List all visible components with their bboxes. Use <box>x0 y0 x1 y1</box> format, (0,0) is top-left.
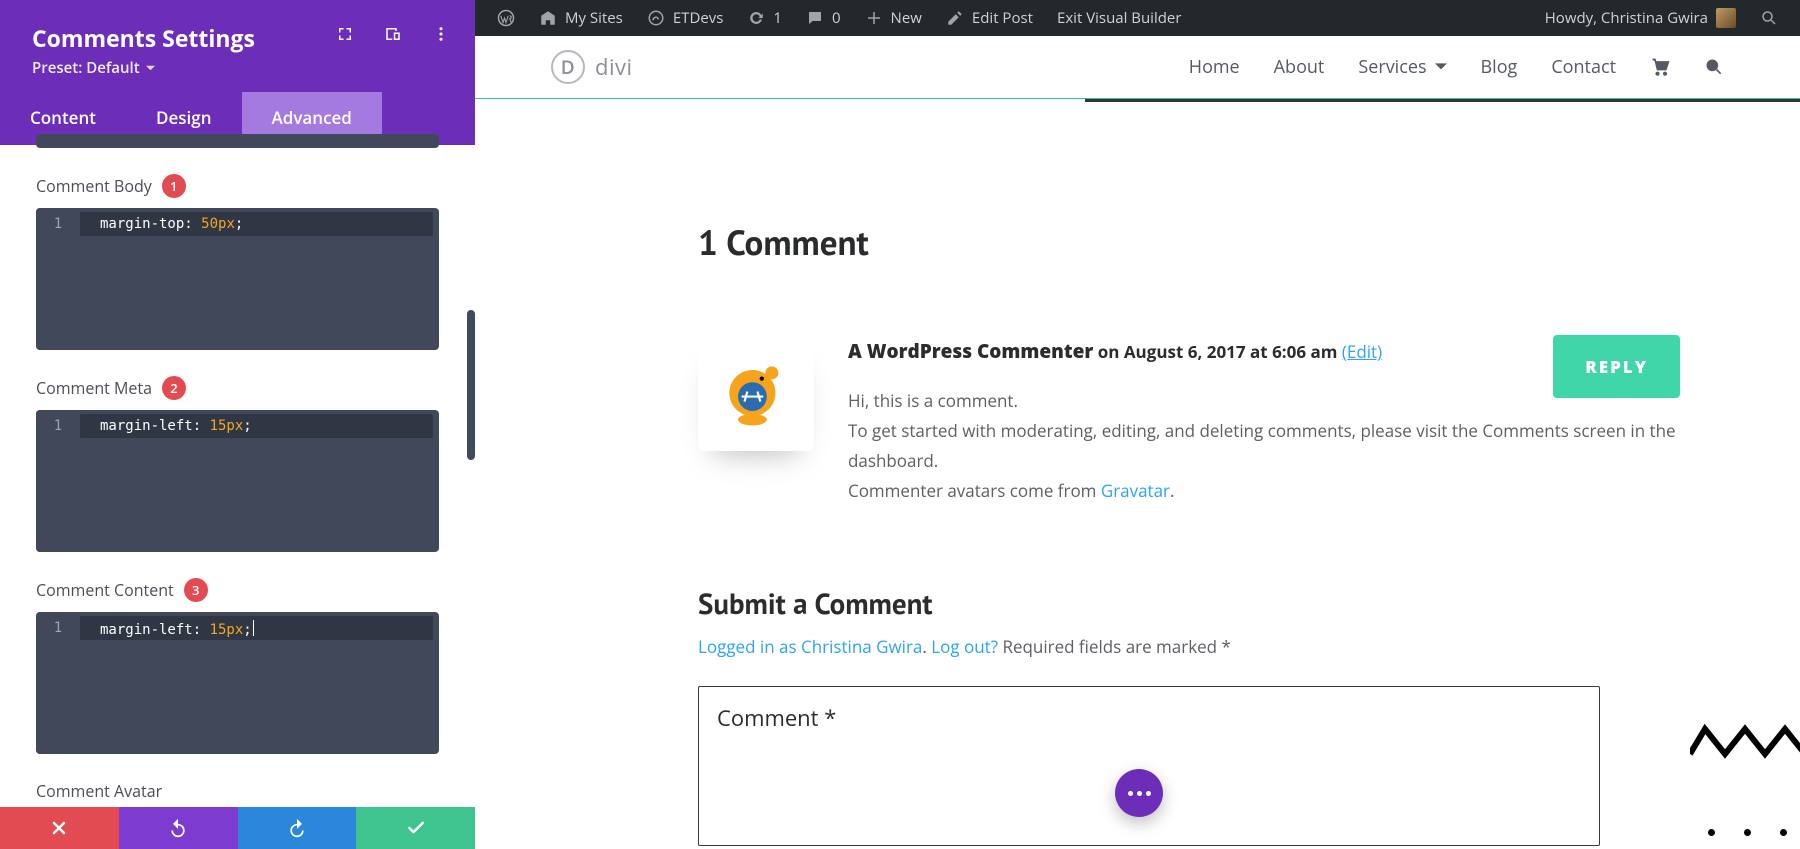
updates[interactable]: 1 <box>735 0 794 36</box>
primary-nav: Home About Services Blog Contact <box>1189 55 1724 79</box>
respond-meta: Logged in as Christina Gwira. Log out? R… <box>698 635 1680 658</box>
prev-section-edge <box>36 134 439 148</box>
comment-avatar <box>698 335 814 451</box>
css-editor-comment-meta[interactable]: 1 margin-left: 15px; <box>36 410 439 552</box>
decor-zigzag <box>1690 719 1800 769</box>
section-label: Comment Content <box>36 579 174 601</box>
gravatar-link[interactable]: Gravatar <box>1101 479 1170 502</box>
howdy-user[interactable]: Howdy, Christina Gwira <box>1533 0 1748 36</box>
section-label: Comment Body <box>36 175 152 197</box>
comment-author[interactable]: A WordPress Commenter <box>848 338 1093 364</box>
comments-heading: 1 Comment <box>698 219 1680 265</box>
section-comment-avatar: Comment Avatar <box>36 780 439 802</box>
nav-blog[interactable]: Blog <box>1481 55 1518 79</box>
adminbar-search-icon[interactable] <box>1748 0 1790 36</box>
comment-line: To get started with moderating, editing,… <box>848 416 1680 476</box>
panel-header: Comments Settings Preset: Default <box>0 0 475 92</box>
divi-fab[interactable] <box>1115 769 1163 817</box>
reply-button[interactable]: REPLY <box>1553 335 1680 398</box>
comment-item: A WordPress Commenter on August 6, 2017 … <box>698 335 1680 505</box>
redo-button[interactable] <box>238 807 357 849</box>
callout-badge: 2 <box>162 376 186 400</box>
comment-form: Submit a Comment Logged in as Christina … <box>698 585 1680 849</box>
logout-link[interactable]: Log out? <box>931 635 998 658</box>
panel-body: Comment Body 1 1 margin-top: 50px; Comme… <box>0 134 475 807</box>
site-logo[interactable]: D divi <box>551 50 633 84</box>
hero-remnant <box>1085 99 1800 102</box>
section-comment-body: Comment Body 1 1 margin-top: 50px; <box>36 174 439 350</box>
responsive-icon[interactable] <box>383 24 403 44</box>
content-canvas: 1 Comment A WordPress Commenter on Augu <box>608 99 1680 849</box>
undo-button[interactable] <box>119 807 238 849</box>
css-editor-comment-body[interactable]: 1 margin-top: 50px; <box>36 208 439 350</box>
nav-about[interactable]: About <box>1274 55 1325 79</box>
site-name[interactable]: ETDevs <box>635 0 736 36</box>
callout-badge: 1 <box>162 174 186 198</box>
css-editor-comment-content[interactable]: 1 margin-left: 15px; <box>36 612 439 754</box>
panel-footer <box>0 807 475 849</box>
callout-badge: 3 <box>184 578 208 602</box>
edit-post[interactable]: Edit Post <box>934 0 1045 36</box>
wp-admin-bar: My Sites ETDevs 1 0 New Edit Post Exit V… <box>475 0 1800 36</box>
cancel-button[interactable] <box>0 807 119 849</box>
chevron-down-icon <box>1435 61 1447 73</box>
decor-dotgrid <box>1708 829 1790 849</box>
expand-icon[interactable] <box>335 24 355 44</box>
respond-heading: Submit a Comment <box>698 585 1680 623</box>
cart-icon[interactable] <box>1650 57 1670 77</box>
comment-edit-link[interactable]: (Edit) <box>1342 340 1382 363</box>
section-label: Comment Avatar <box>36 780 162 802</box>
comments-count[interactable]: 0 <box>794 0 853 36</box>
section-comment-content: Comment Content 3 1 margin-left: 15px; <box>36 578 439 754</box>
kebab-menu-icon[interactable] <box>431 24 451 44</box>
new-content[interactable]: New <box>853 0 934 36</box>
comment-line: Commenter avatars come from Gravatar. <box>848 476 1680 506</box>
user-avatar-mini <box>1716 8 1736 28</box>
section-comment-meta: Comment Meta 2 1 margin-left: 15px; <box>36 376 439 552</box>
preset-dropdown[interactable]: Preset: Default <box>32 58 155 78</box>
nav-home[interactable]: Home <box>1189 55 1240 79</box>
comment-meta: on August 6, 2017 at 6:06 am <box>1098 340 1342 363</box>
logo-mark: D <box>551 50 585 84</box>
search-icon[interactable] <box>1704 57 1724 77</box>
logo-text: divi <box>595 52 633 82</box>
divi-settings-panel: Comments Settings Preset: Default Conten… <box>0 0 475 849</box>
exit-visual-builder[interactable]: Exit Visual Builder <box>1045 0 1194 36</box>
nav-services[interactable]: Services <box>1358 55 1446 79</box>
wp-logo[interactable] <box>485 0 527 36</box>
comment-textarea[interactable] <box>698 686 1600 846</box>
chevron-down-icon <box>146 64 155 73</box>
nav-contact[interactable]: Contact <box>1551 55 1616 79</box>
my-sites[interactable]: My Sites <box>527 0 635 36</box>
section-label: Comment Meta <box>36 377 152 399</box>
page-stage: 1 Comment A WordPress Commenter on Augu <box>475 99 1800 849</box>
site-header: D divi Home About Services Blog Contact <box>475 36 1800 99</box>
logged-in-as-link[interactable]: Logged in as Christina Gwira <box>698 635 922 658</box>
panel-scrollbar[interactable] <box>467 310 475 460</box>
save-button[interactable] <box>356 807 475 849</box>
